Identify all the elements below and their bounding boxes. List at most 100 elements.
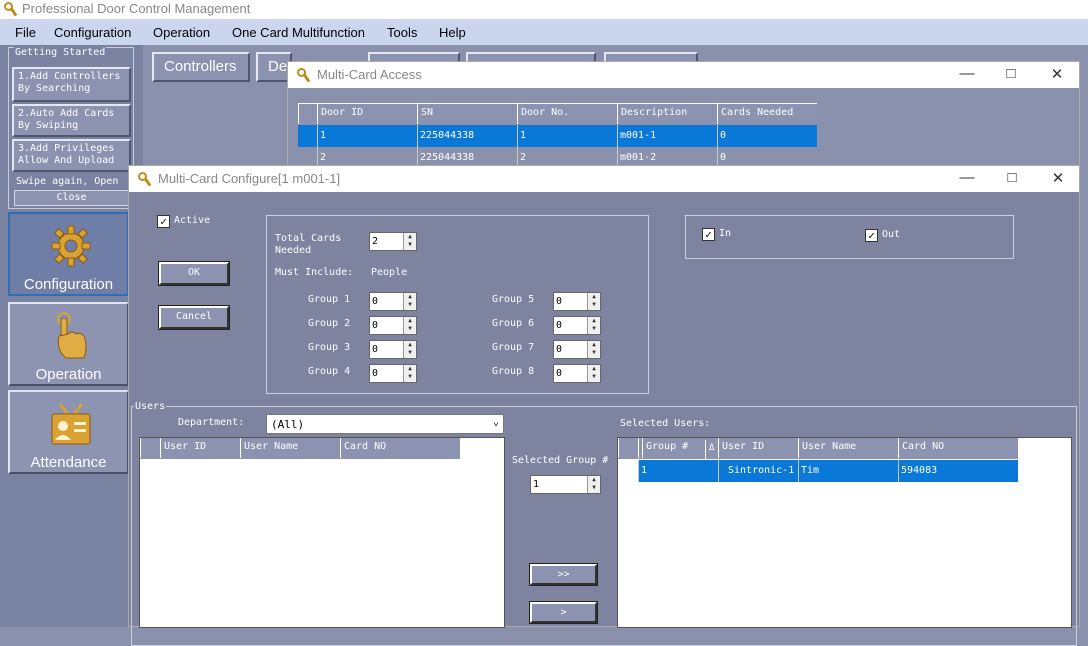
header-sn[interactable]: SN	[417, 104, 517, 124]
selected-users-label: Selected Users:	[620, 418, 711, 429]
spin-arrows-icon[interactable]: ▲ ▼	[587, 365, 600, 382]
app-title-bar: Professional Door Control Management	[0, 0, 1088, 19]
add-all-button[interactable]: >>	[529, 563, 598, 586]
group-1-stepper[interactable]: 0 ▲ ▼	[369, 292, 417, 311]
spin-arrows-icon[interactable]: ▲ ▼	[403, 233, 416, 250]
gear-icon	[51, 225, 91, 267]
selected-group-stepper[interactable]: 1 ▲ ▼	[530, 475, 601, 494]
out-checkbox[interactable]: ✓	[865, 229, 878, 242]
menu-one-card-multifunction[interactable]: One Card Multifunction	[232, 25, 365, 40]
nav-operation-label: Operation	[35, 366, 102, 383]
total-cards-stepper[interactable]: 2 ▲ ▼	[369, 232, 417, 251]
chevron-down-icon[interactable]: ⌄	[493, 417, 499, 428]
nav-attendance[interactable]: Attendance	[8, 390, 129, 474]
menu-configuration[interactable]: Configuration	[54, 25, 131, 40]
header-user-name[interactable]: User Name	[798, 438, 898, 458]
spin-arrows-icon[interactable]: ▲ ▼	[403, 317, 416, 334]
cancel-button[interactable]: Cancel	[158, 305, 230, 330]
users-list[interactable]: User ID User Name Card NO	[139, 437, 505, 628]
group-4-label: Group 4	[308, 366, 351, 377]
group-3-stepper[interactable]: 0 ▲ ▼	[369, 340, 417, 359]
sort-ascending-icon: Δ	[705, 440, 717, 460]
group-2-label: Group 2	[308, 318, 351, 329]
people-label: People	[371, 267, 408, 278]
close-button[interactable]: Close	[14, 190, 129, 206]
group-5-label: Group 5	[492, 294, 535, 305]
spin-arrows-icon[interactable]: ▲ ▼	[587, 341, 600, 358]
configure-body: ✓ Active OK Cancel Total Cards Needed 2 ▲…	[129, 192, 1079, 646]
maximize-icon[interactable]: □	[1001, 65, 1021, 82]
stepper-value: 0	[556, 368, 563, 379]
group-8-label: Group 8	[492, 366, 535, 377]
table-row[interactable]: 1 Sintronic-1 Tim 594083	[618, 460, 1018, 482]
header-user-name[interactable]: User Name	[240, 438, 340, 458]
group-4-stepper[interactable]: 0 ▲ ▼	[369, 364, 417, 383]
door-grid-header: Door ID SN Door No. Description Cards Ne…	[298, 103, 817, 124]
header-door-no[interactable]: Door No.	[517, 104, 617, 124]
close-icon[interactable]: ✕	[1048, 169, 1068, 187]
cell-card-no: 594083	[898, 460, 1018, 482]
header-user-id[interactable]: User ID	[160, 438, 240, 458]
menu-file[interactable]: File	[15, 25, 36, 40]
in-label: In	[719, 228, 732, 239]
step-add-controllers-button[interactable]: 1.Add Controllers By Searching	[12, 67, 131, 102]
header-group[interactable]: Group # Δ	[638, 438, 718, 460]
step-line: 2.Auto Add Cards	[18, 108, 115, 119]
selected-users-list[interactable]: Group # Δ User ID User Name Card NO 1 Sin…	[617, 437, 1072, 628]
nav-operation[interactable]: Operation	[8, 302, 129, 386]
group-2-stepper[interactable]: 0 ▲ ▼	[369, 316, 417, 335]
selected-group-label: Selected Group #	[512, 455, 609, 466]
header-description[interactable]: Description	[617, 104, 717, 124]
header-card-no[interactable]: Card NO	[340, 438, 460, 458]
active-checkbox[interactable]: ✓	[157, 215, 170, 228]
minimize-icon[interactable]: —	[957, 169, 977, 186]
menu-operation[interactable]: Operation	[153, 25, 210, 40]
key-icon	[297, 68, 311, 83]
stepper-value: 1	[533, 479, 540, 490]
spin-arrows-icon[interactable]: ▲ ▼	[587, 476, 600, 493]
table-row[interactable]: 1 225044338 1 m001-1 0	[298, 125, 817, 147]
header-user-id[interactable]: User ID	[718, 438, 798, 458]
pointing-hand-icon	[57, 312, 87, 359]
step-line: 1.Add Controllers	[18, 71, 121, 82]
department-label: Department:	[178, 417, 245, 428]
spin-arrows-icon[interactable]: ▲ ▼	[587, 293, 600, 310]
step-line: By Searching	[18, 83, 91, 94]
spin-arrows-icon[interactable]: ▲ ▼	[403, 293, 416, 310]
step-auto-add-cards-button[interactable]: 2.Auto Add Cards By Swiping	[12, 104, 131, 137]
cell-door-no: 1	[517, 125, 617, 147]
stepper-value: 0	[372, 368, 379, 379]
minimize-icon[interactable]: —	[957, 65, 977, 82]
stepper-value: 0	[372, 320, 379, 331]
add-selected-button[interactable]: >	[529, 601, 598, 624]
group-8-stepper[interactable]: 0 ▲ ▼	[553, 364, 601, 383]
cell-user-id: Sintronic-1	[718, 460, 798, 482]
group-5-stepper[interactable]: 0 ▲ ▼	[553, 292, 601, 311]
must-include-label: Must Include:	[275, 267, 354, 278]
spin-arrows-icon[interactable]: ▲ ▼	[587, 317, 600, 334]
nav-configuration[interactable]: Configuration	[8, 212, 129, 296]
step-line: Allow And Upload	[18, 155, 115, 166]
header-card-no[interactable]: Card NO	[898, 438, 1018, 458]
menu-help[interactable]: Help	[439, 25, 466, 40]
stepper-value: 0	[556, 296, 563, 307]
spin-arrows-icon[interactable]: ▲ ▼	[403, 365, 416, 382]
group-6-stepper[interactable]: 0 ▲ ▼	[553, 316, 601, 335]
in-out-group	[685, 215, 1014, 259]
header-cards-needed[interactable]: Cards Needed	[717, 104, 817, 124]
group-7-stepper[interactable]: 0 ▲ ▼	[553, 340, 601, 359]
menu-tools[interactable]: Tools	[387, 25, 417, 40]
tab-controllers[interactable]: Controllers	[152, 52, 250, 82]
step-line: By Swiping	[18, 120, 79, 131]
department-select[interactable]: (All) ⌄	[266, 414, 504, 434]
step-add-privileges-button[interactable]: 3.Add Privileges Allow And Upload	[12, 139, 131, 172]
header-door-id[interactable]: Door ID	[317, 104, 417, 124]
spin-arrows-icon[interactable]: ▲ ▼	[403, 341, 416, 358]
ok-button[interactable]: OK	[158, 261, 230, 286]
in-checkbox[interactable]: ✓	[702, 228, 715, 241]
cell-description: m001-1	[617, 125, 717, 147]
header-selector	[618, 438, 638, 458]
maximize-icon[interactable]: □	[1002, 169, 1022, 186]
close-icon[interactable]: ✕	[1047, 65, 1067, 83]
header-group-label: Group #	[642, 438, 691, 458]
